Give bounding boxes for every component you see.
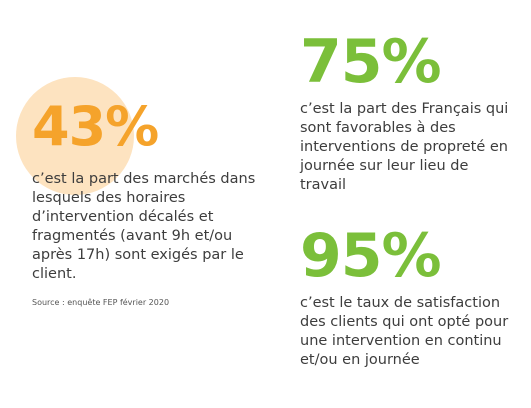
stat-description-95: c’est le taux de satisfaction des client… [300,295,509,368]
stat-block-95: 95% c’est le taux de satisfaction des cl… [300,226,525,370]
stat-block-43: 43% c’est la part des marchés dans lesqu… [32,95,267,308]
stat-value-95: 95% [300,221,442,291]
source-note: Source : enquête FEP février 2020 [32,298,170,307]
stat-value-43: 43% [32,95,159,158]
stat-value-75: 75% [300,27,442,97]
stat-description-75: c’est la part des Français qui sont favo… [300,101,509,193]
stat-description-43: c’est la part des marchés dans lesquels … [32,171,256,282]
stat-block-75: 75% c’est la part des Français qui sont … [300,32,515,195]
